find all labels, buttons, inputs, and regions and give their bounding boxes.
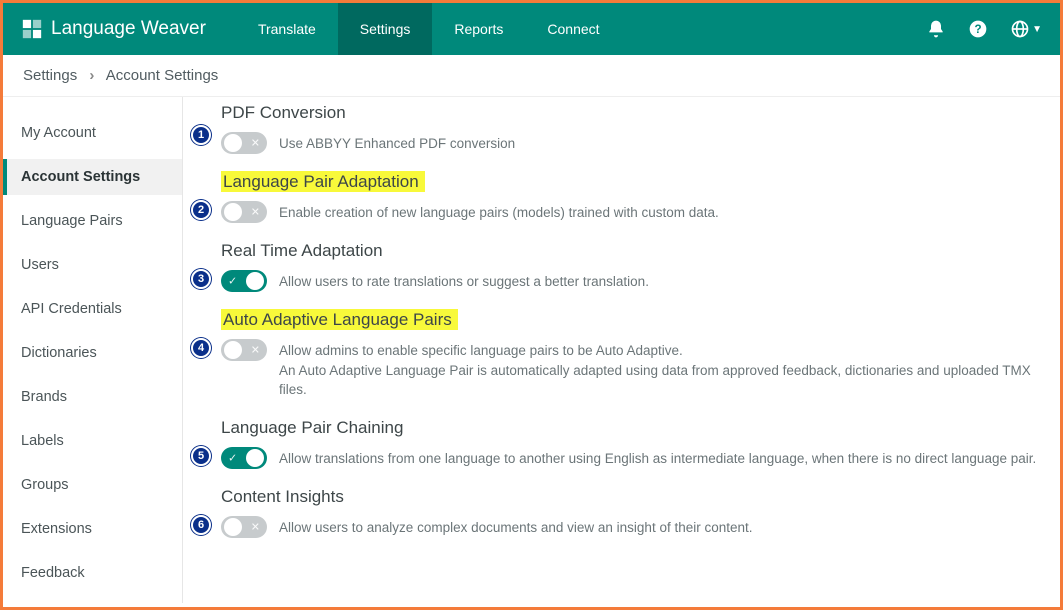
section-title: Content Insights: [221, 487, 344, 507]
sidebar-item-extensions[interactable]: Extensions: [3, 511, 182, 547]
section-title: PDF Conversion: [221, 103, 346, 123]
annotation-badge: 5: [191, 446, 211, 466]
section-title: Real Time Adaptation: [221, 241, 383, 261]
toggle-knob: [224, 341, 242, 359]
setting-description: Use ABBYY Enhanced PDF conversion: [279, 132, 515, 154]
toggle-knob: [224, 518, 242, 536]
topbar-icons: ? ▼: [926, 19, 1042, 39]
app-logo: Language Weaver: [21, 18, 206, 40]
chevron-down-icon: ▼: [1032, 24, 1042, 35]
nav-tabs: Translate Settings Reports Connect: [236, 3, 622, 55]
annotation-badge: 6: [191, 515, 211, 535]
setting-row: ✓ Allow translations from one language to…: [221, 447, 1038, 469]
toggle[interactable]: ✓: [221, 447, 267, 469]
sidebar-item-account-settings[interactable]: Account Settings: [3, 159, 182, 195]
setting-description: Allow admins to enable specific language…: [279, 339, 1038, 400]
annotation-badge: 3: [191, 269, 211, 289]
toggle[interactable]: ✕: [221, 132, 267, 154]
highlight: Language Pair Adaptation: [221, 171, 425, 192]
chevron-right-icon: ›: [89, 67, 94, 84]
section-auto-adaptive-language-pairs: 4 Auto Adaptive Language Pairs ✕ Allow admi…: [191, 310, 1038, 400]
nav-connect[interactable]: Connect: [525, 3, 621, 55]
breadcrumb: Settings › Account Settings: [3, 55, 1060, 97]
help-icon[interactable]: ?: [968, 19, 988, 39]
breadcrumb-root[interactable]: Settings: [23, 67, 77, 84]
section-language-pair-adaptation: 2 Language Pair Adaptation ✕ Enable creatio…: [191, 172, 1038, 223]
check-icon: ✓: [228, 451, 237, 464]
check-icon: ✓: [228, 275, 237, 288]
sidebar-item-dictionaries[interactable]: Dictionaries: [3, 335, 182, 371]
toggle[interactable]: ✕: [221, 339, 267, 361]
toggle[interactable]: ✓: [221, 270, 267, 292]
setting-row: ✕ Enable creation of new language pairs (…: [221, 201, 1038, 223]
content: 1 PDF Conversion ✕ Use ABBYY Enhanced PDF c…: [183, 97, 1060, 603]
section-language-pair-chaining: 5 Language Pair Chaining ✓ Allow translatio…: [191, 418, 1038, 469]
bell-icon[interactable]: [926, 19, 946, 39]
globe-menu[interactable]: ▼: [1010, 19, 1042, 39]
toggle[interactable]: ✕: [221, 201, 267, 223]
section-content-insights: 6 Content Insights ✕ Allow users to analyze…: [191, 487, 1038, 538]
setting-description: Allow users to analyze complex documents…: [279, 516, 753, 538]
section-title: Language Pair Adaptation: [221, 172, 425, 192]
sidebar-item-users[interactable]: Users: [3, 247, 182, 283]
svg-text:?: ?: [975, 23, 982, 36]
setting-row: ✕ Use ABBYY Enhanced PDF conversion: [221, 132, 1038, 154]
section-pdf-conversion: 1 PDF Conversion ✕ Use ABBYY Enhanced PDF c…: [191, 103, 1038, 154]
toggle-knob: [246, 272, 264, 290]
sidebar-item-language-pairs[interactable]: Language Pairs: [3, 203, 182, 239]
sidebar: My Account Account Settings Language Pairs…: [3, 97, 183, 603]
setting-row: ✓ Allow users to rate translations or sug…: [221, 270, 1038, 292]
sidebar-item-labels[interactable]: Labels: [3, 423, 182, 459]
annotation-badge: 1: [191, 125, 211, 145]
setting-row: ✕ Allow admins to enable specific languag…: [221, 339, 1038, 400]
sidebar-item-feedback[interactable]: Feedback: [3, 555, 182, 591]
setting-row: ✕ Allow users to analyze complex document…: [221, 516, 1038, 538]
setting-description: Allow translations from one language to …: [279, 447, 1036, 469]
toggle-knob: [224, 203, 242, 221]
section-title: Auto Adaptive Language Pairs: [221, 310, 458, 330]
toggle[interactable]: ✕: [221, 516, 267, 538]
highlight: Auto Adaptive Language Pairs: [221, 309, 458, 330]
sidebar-item-api-credentials[interactable]: API Credentials: [3, 291, 182, 327]
toggle-knob: [224, 134, 242, 152]
x-icon: ✕: [251, 344, 260, 357]
nav-settings[interactable]: Settings: [338, 3, 433, 55]
app-name: Language Weaver: [51, 18, 206, 40]
section-title: Language Pair Chaining: [221, 418, 403, 438]
toggle-knob: [246, 449, 264, 467]
annotation-badge: 2: [191, 200, 211, 220]
section-real-time-adaptation: 3 Real Time Adaptation ✓ Allow users to rat…: [191, 241, 1038, 292]
x-icon: ✕: [251, 137, 260, 150]
setting-description: Allow users to rate translations or sugg…: [279, 270, 649, 292]
breadcrumb-current: Account Settings: [106, 67, 219, 84]
nav-translate[interactable]: Translate: [236, 3, 338, 55]
topbar: Language Weaver Translate Settings Repor…: [3, 3, 1060, 55]
globe-icon: [1010, 19, 1030, 39]
setting-description: Enable creation of new language pairs (m…: [279, 201, 719, 223]
sidebar-item-brands[interactable]: Brands: [3, 379, 182, 415]
annotation-badge: 4: [191, 338, 211, 358]
x-icon: ✕: [251, 520, 260, 533]
nav-reports[interactable]: Reports: [432, 3, 525, 55]
logo-icon: [21, 18, 43, 40]
sidebar-item-my-account[interactable]: My Account: [3, 115, 182, 151]
x-icon: ✕: [251, 206, 260, 219]
sidebar-item-groups[interactable]: Groups: [3, 467, 182, 503]
